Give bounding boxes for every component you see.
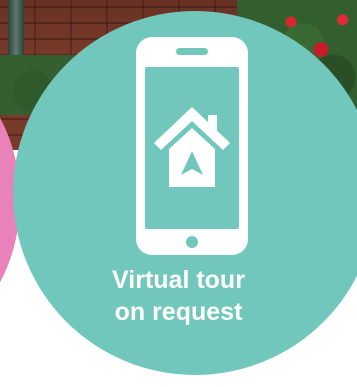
feature-caption: Virtual tour on request — [0, 264, 357, 328]
caption-line-1: Virtual tour — [112, 266, 245, 294]
caption-line-2: on request — [114, 298, 243, 326]
smartphone-home-icon — [136, 37, 248, 255]
promo-graphic: Virtual tour on request — [0, 0, 357, 387]
